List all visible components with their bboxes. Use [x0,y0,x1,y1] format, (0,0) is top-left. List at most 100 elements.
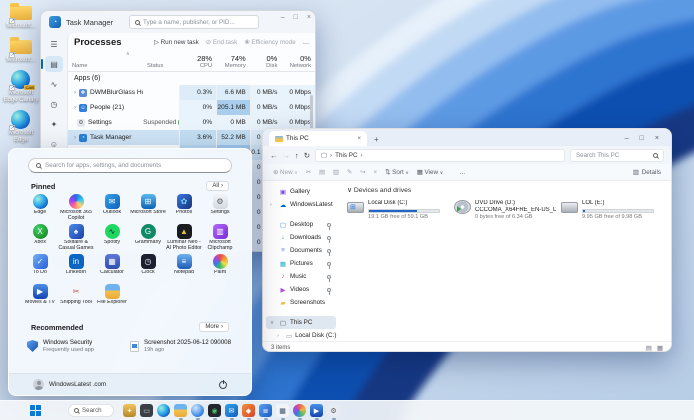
list-view-toggle-icon[interactable]: ▤ [646,344,652,352]
recommended-item[interactable]: Windows Security Frequently used app [27,335,130,357]
pinned-app[interactable]: in LinkedIn [58,254,94,284]
pinned-app[interactable]: G Grammarly [130,224,166,254]
pinned-app[interactable]: ∿ Spotify [94,224,130,254]
sidebar-item[interactable]: › ▭ Local Disk (C:) [266,329,336,341]
desktop-shortcut[interactable]: ↗ CAN Microsoft Edge Canary [2,71,40,103]
chevron-icon[interactable]: › [270,202,272,208]
chevron-icon[interactable]: ∨ [270,320,274,326]
process-row[interactable]: ›☺People (21) 0% 205.1 MB 0 MB/s 0 Mbps [68,100,315,115]
cut-icon[interactable]: ✂ [306,169,311,176]
details-pane-button[interactable]: ▥ Details [633,169,661,176]
taskbar-app-icon[interactable]: ✦ [123,404,136,417]
more-options-button[interactable]: … [459,169,465,176]
pinned-app[interactable]: File Explorer [94,284,130,314]
pinned-app[interactable]: ⚙ Settings [202,194,238,224]
taskbar-app-icon[interactable]: ▭ [140,404,153,417]
expand-chevron-icon[interactable]: › [74,135,76,141]
paste-icon[interactable]: ▥ [333,169,339,176]
sidebar-item[interactable]: ▢ Desktop [266,218,336,231]
pinned-app[interactable]: ◷ Clock [130,254,166,284]
desktop-shortcut[interactable]: ↗ Microsoft... [2,38,40,64]
process-group-label[interactable]: Apps (6) [68,72,315,85]
pinned-app[interactable]: ♠ Solitaire & Casual Games [58,224,94,254]
rename-icon[interactable]: ✎ [347,169,352,176]
column-name[interactable]: Name [72,63,139,69]
taskbar-app-icon[interactable] [293,404,306,417]
forward-button[interactable]: → [283,151,291,160]
task-manager-rail-item[interactable]: ✦ [45,116,63,132]
desktop-shortcut[interactable]: ↗ Microsoft... [2,4,40,30]
maximize-button[interactable]: □ [640,135,644,142]
expand-chevron-icon[interactable]: › [74,90,76,96]
tab-this-pc[interactable]: This PC × [269,131,367,146]
pinned-app[interactable]: ⊞ Microsoft Store [130,194,166,224]
pinned-app[interactable]: ▥ Microsoft Clipchamp [202,224,238,254]
taskbar-app-icon[interactable]: ≣ [259,404,272,417]
task-manager-rail-item[interactable]: ☰ [45,36,63,52]
power-button-icon[interactable] [219,381,227,389]
new-button[interactable]: ⊕ New ∨ [273,169,298,176]
start-search-input[interactable]: Search for apps, settings, and documents [28,158,232,173]
taskbar-app-icon[interactable]: ✉ [225,404,238,417]
sidebar-item[interactable]: ↓ Downloads [266,231,336,244]
pinned-app[interactable]: Paint [202,254,238,284]
pinned-app[interactable]: ≡ Notepad [166,254,202,284]
column-network[interactable]: Network [285,63,311,69]
sidebar-item[interactable]: ≡ Documents [266,244,336,257]
up-button[interactable]: ↑ [295,151,299,160]
pinned-app[interactable]: ✉ Outlook [94,194,130,224]
tab-close-icon[interactable]: × [357,136,361,142]
sidebar-item[interactable]: › ☁ WindowsLatest [266,198,336,211]
chevron-icon[interactable]: › [277,333,279,339]
new-tab-button[interactable]: + [374,135,379,146]
user-avatar[interactable] [33,379,44,390]
pinned-app[interactable]: ✿ Photos [166,194,202,224]
taskbar-app-icon[interactable]: ⚙ [327,404,340,417]
user-name[interactable]: WindowsLatest .com [49,381,106,388]
sidebar-item[interactable]: ♪ Music [266,270,336,283]
drive-tile[interactable]: DVD Drive (D:) CCCOMA_X64FRE_EN-US_DV9 0… [454,200,556,220]
desktop-shortcut[interactable]: ↗ Microsoft Edge [2,111,40,143]
maximize-button[interactable]: □ [294,14,298,21]
copy-icon[interactable]: ▤ [319,169,325,176]
explorer-search-input[interactable]: Search This PC [570,149,664,162]
start-button[interactable] [30,405,41,416]
more-options-button[interactable]: … [303,39,309,46]
sidebar-item[interactable]: ▦ Pictures [266,257,336,270]
end-task-button[interactable]: ⊘ End task [206,39,238,46]
refresh-button[interactable]: ↻ [304,151,310,160]
process-row[interactable]: ›❖DWMBlurGlass Host (2) 0.3% 6.6 MB 0 MB… [68,85,315,100]
section-devices-and-drives[interactable]: ∨ Devices and drives [347,186,663,194]
expand-chevron-icon[interactable]: › [74,105,76,111]
pinned-app[interactable]: ✓ To Do [22,254,58,284]
taskbar-app-icon[interactable] [157,404,170,417]
taskbar-app-icon[interactable] [174,404,187,417]
all-apps-button[interactable]: All› [206,181,229,191]
pinned-app[interactable]: Edge [22,194,58,224]
pinned-app[interactable]: X Xbox [22,224,58,254]
pinned-app[interactable]: ▶ Movies & TV [22,284,58,314]
task-manager-rail-item[interactable]: ◷ [45,96,63,112]
minimize-button[interactable]: – [281,14,285,21]
column-cpu[interactable]: CPU [183,63,213,69]
pinned-app[interactable]: ▲ Luminar Neo - AI Photo Editor [166,224,202,254]
sidebar-item[interactable]: ▶ Videos [266,283,336,296]
task-manager-rail-item[interactable]: ∿ [45,76,63,92]
pinned-app[interactable]: ▦ Calculator [94,254,130,284]
column-memory[interactable]: Memory [220,63,246,69]
breadcrumb[interactable]: This PC [335,152,357,159]
more-button[interactable]: More› [199,322,229,332]
recommended-item[interactable]: Screenshot 2025-06-12 090008 19h ago [130,335,233,357]
sidebar-item[interactable]: ∨ ▢ This PC [266,316,336,329]
sidebar-item[interactable]: ▰ Screenshots [266,296,336,309]
taskbar-app-icon[interactable] [191,404,204,417]
run-new-task-button[interactable]: ▷ Run new task [154,39,199,46]
taskbar-search[interactable]: Search [68,404,114,417]
delete-icon[interactable]: × [373,169,377,176]
share-icon[interactable]: ↪ [360,169,365,176]
column-status[interactable]: Status [147,63,175,69]
close-button[interactable]: × [307,14,311,21]
address-bar[interactable]: ▢ › This PC › [315,149,565,162]
drive-tile[interactable]: Local Disk (C:) 19.1 GB free of 59.1 GB [347,200,449,220]
large-view-toggle-icon[interactable]: ▦ [657,344,663,352]
